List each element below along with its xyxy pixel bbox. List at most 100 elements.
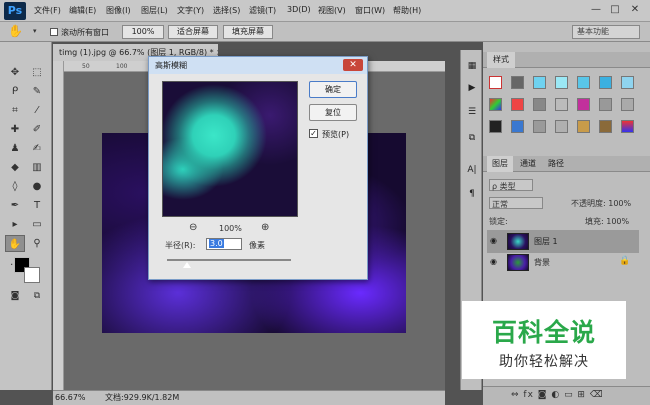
style-swatch[interactable] xyxy=(621,120,634,133)
radius-input[interactable]: 3.0 xyxy=(206,238,242,250)
workspace-select[interactable]: 基本功能 xyxy=(572,25,640,39)
opacity-field[interactable]: 不透明度: 100% xyxy=(571,197,631,210)
zoom-in-icon[interactable]: ⊕ xyxy=(261,223,269,233)
dialog-close-button[interactable]: ✕ xyxy=(343,59,363,71)
hand-tool-button-icon[interactable]: ✋ xyxy=(5,235,25,252)
character-panel-icon[interactable]: A| xyxy=(464,162,480,178)
gradient-tool-icon[interactable]: ▥ xyxy=(27,159,47,176)
screen-mode-icon[interactable]: ⧉ xyxy=(27,288,47,305)
quick-select-tool-icon[interactable]: ✎ xyxy=(27,83,47,100)
layer-name: 图层 1 xyxy=(534,237,558,246)
marquee-tool-icon[interactable]: ⬚ xyxy=(27,64,47,81)
brush-tool-icon[interactable]: ✐ xyxy=(27,121,47,138)
minimize-button[interactable]: — xyxy=(588,3,604,18)
eraser-tool-icon[interactable]: ◆ xyxy=(5,159,25,176)
menu-view[interactable]: 视图(V) xyxy=(318,5,346,16)
history-brush-tool-icon[interactable]: ✍ xyxy=(27,140,47,157)
zoom-out-icon[interactable]: ⊖ xyxy=(189,223,197,233)
close-window-button[interactable]: ✕ xyxy=(627,3,643,18)
style-swatch[interactable] xyxy=(555,76,568,89)
status-doc-size[interactable]: 文档:929.9K/1.82M xyxy=(105,391,179,405)
fit-screen-button[interactable]: 适合屏幕 xyxy=(168,25,218,39)
path-select-tool-icon[interactable]: ▸ xyxy=(5,216,25,233)
style-swatch[interactable] xyxy=(533,120,546,133)
menu-3d[interactable]: 3D(D) xyxy=(287,5,311,14)
style-swatch[interactable] xyxy=(555,120,568,133)
ok-button[interactable]: 确定 xyxy=(309,81,357,98)
ruler-mark: 100 xyxy=(116,63,128,70)
style-swatch[interactable] xyxy=(577,98,590,111)
style-swatch[interactable] xyxy=(621,98,634,111)
scroll-all-windows-checkbox[interactable] xyxy=(50,28,58,36)
menu-window[interactable]: 窗口(W) xyxy=(355,5,385,16)
layer-row-background[interactable]: ◉ 背景 🔒 xyxy=(487,251,639,274)
zoom-100-button[interactable]: 100% xyxy=(122,25,164,39)
radius-slider-thumb[interactable] xyxy=(183,262,191,268)
hand-tool-icon: ✋ xyxy=(8,24,23,38)
background-color-swatch[interactable] xyxy=(24,267,40,283)
healing-brush-tool-icon[interactable]: ✚ xyxy=(5,121,25,138)
fill-field[interactable]: 填充: 100% xyxy=(585,215,629,228)
libraries-panel-icon[interactable]: ⧉ xyxy=(464,130,480,146)
tool-preset-arrow-icon[interactable]: ▾ xyxy=(33,27,37,35)
tab-paths[interactable]: 路径 xyxy=(543,156,569,172)
tab-channels[interactable]: 通道 xyxy=(515,156,541,172)
actions-panel-icon[interactable]: ▶ xyxy=(464,80,480,96)
menu-filter[interactable]: 滤镜(T) xyxy=(249,5,276,16)
visibility-eye-icon[interactable]: ◉ xyxy=(490,257,497,266)
properties-panel-icon[interactable]: ☰ xyxy=(464,104,480,120)
layer-action-icons[interactable]: ⇔ fx ◙ ◐ ▭ ⊞ ⌫ xyxy=(511,390,604,400)
history-panel-icon[interactable]: ▦ xyxy=(464,58,480,74)
style-swatch[interactable] xyxy=(489,98,502,111)
reset-button[interactable]: 复位 xyxy=(309,104,357,121)
style-swatch[interactable] xyxy=(599,76,612,89)
fill-screen-button[interactable]: 填充屏幕 xyxy=(223,25,273,39)
clone-stamp-tool-icon[interactable]: ♟ xyxy=(5,140,25,157)
menu-image[interactable]: 图像(I) xyxy=(106,5,131,16)
style-swatch[interactable] xyxy=(599,98,612,111)
tab-styles[interactable]: 样式 xyxy=(487,52,515,68)
tab-layers[interactable]: 图层 xyxy=(487,156,513,172)
zoom-tool-icon[interactable]: ⚲ xyxy=(27,235,47,252)
status-zoom[interactable]: 66.67% xyxy=(55,391,86,405)
style-swatch[interactable] xyxy=(577,120,590,133)
preview-checkbox[interactable]: ✓ xyxy=(309,129,318,138)
menu-help[interactable]: 帮助(H) xyxy=(393,5,421,16)
visibility-eye-icon[interactable]: ◉ xyxy=(490,236,497,245)
style-swatch[interactable] xyxy=(511,120,524,133)
menu-select[interactable]: 选择(S) xyxy=(213,5,240,16)
style-swatch[interactable] xyxy=(511,98,524,111)
style-swatch[interactable] xyxy=(511,76,524,89)
dodge-tool-icon[interactable]: ● xyxy=(27,178,47,195)
style-swatch[interactable] xyxy=(533,76,546,89)
blend-mode-select[interactable]: 正常 xyxy=(489,197,543,209)
pen-tool-icon[interactable]: ✒ xyxy=(5,197,25,214)
crop-tool-icon[interactable]: ⌗ xyxy=(5,102,25,119)
style-swatch[interactable] xyxy=(621,76,634,89)
style-swatch-none[interactable] xyxy=(489,76,502,89)
eyedropper-tool-icon[interactable]: ⁄ xyxy=(27,102,47,119)
style-swatch[interactable] xyxy=(533,98,546,111)
quick-mask-icon[interactable]: ◙ xyxy=(5,288,25,305)
layer-filter-select[interactable]: ρ 类型 xyxy=(489,179,533,191)
blur-preview[interactable] xyxy=(162,81,298,217)
type-tool-icon[interactable]: T xyxy=(27,197,47,214)
radius-value[interactable]: 3.0 xyxy=(209,239,224,248)
restore-button[interactable]: □ xyxy=(607,3,623,18)
style-swatch[interactable] xyxy=(599,120,612,133)
blur-tool-icon[interactable]: ◊ xyxy=(5,178,25,195)
paragraph-panel-icon[interactable]: ¶ xyxy=(464,186,480,202)
style-swatch[interactable] xyxy=(489,120,502,133)
menu-file[interactable]: 文件(F) xyxy=(34,5,61,16)
move-tool-icon[interactable]: ✥ xyxy=(5,64,25,81)
lasso-tool-icon[interactable]: ᑭ xyxy=(5,83,25,100)
menu-type[interactable]: 文字(Y) xyxy=(177,5,204,16)
style-swatch[interactable] xyxy=(577,76,590,89)
style-swatch[interactable] xyxy=(555,98,568,111)
menu-edit[interactable]: 编辑(E) xyxy=(69,5,96,16)
radius-slider-track[interactable] xyxy=(167,259,291,261)
scroll-all-windows-label: 滚动所有窗口 xyxy=(61,28,109,37)
rectangle-tool-icon[interactable]: ▭ xyxy=(27,216,47,233)
menu-layer[interactable]: 图层(L) xyxy=(141,5,168,16)
layer-row-1[interactable]: ◉ 图层 1 xyxy=(487,230,639,253)
